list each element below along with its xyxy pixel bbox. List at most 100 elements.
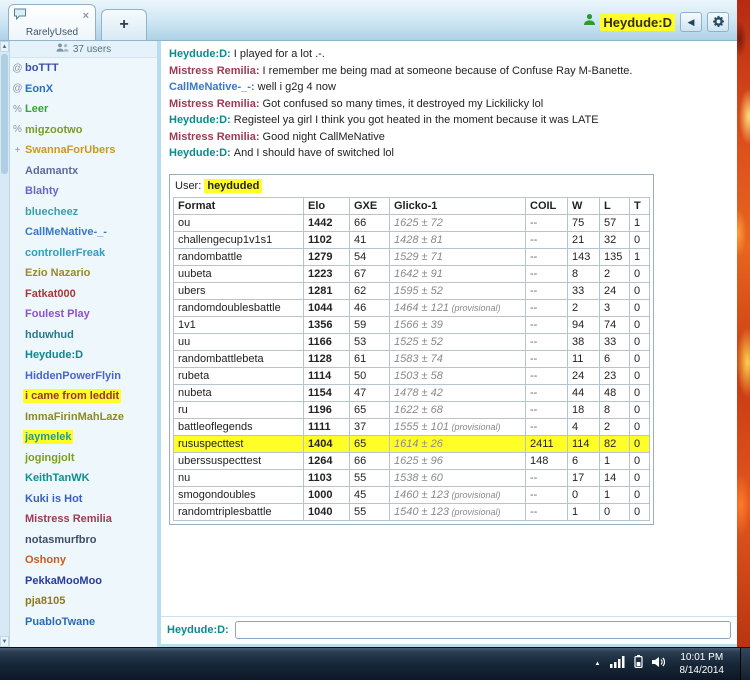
ladder-elo: 1000	[304, 486, 350, 503]
system-tray: ▲ 10:01 PM 8/14/2014	[595, 648, 750, 680]
ladder-gxe: 59	[350, 316, 390, 333]
ladder-format: randombattlebeta	[174, 350, 304, 367]
ladder-ties: 0	[630, 418, 650, 435]
ladder-coil: 148	[526, 452, 568, 469]
user-name: Ezio Nazario	[23, 266, 92, 280]
ladder-row: randomtriplesbattle1040551540 ± 123 (pro…	[174, 503, 650, 520]
ladder-wins: 44	[568, 384, 600, 401]
chat-message: Mistress Remilia: Good night CallMeNativ…	[169, 129, 729, 146]
ladder-glicko: 1642 ± 91	[390, 265, 526, 282]
user-list-item[interactable]: PuabloTwane	[10, 612, 157, 633]
user-list-item[interactable]: Blahty	[10, 181, 157, 202]
ladder-wins: 21	[568, 231, 600, 248]
ladder-ties: 0	[630, 401, 650, 418]
ladder-coil: --	[526, 401, 568, 418]
show-hidden-icons[interactable]: ▲	[595, 661, 601, 667]
user-list-item[interactable]: Fatkat000	[10, 284, 157, 305]
user-list-item[interactable]: i came from leddit	[10, 386, 157, 407]
ladder-column-header: T	[630, 197, 650, 214]
tab-close-icon[interactable]: ×	[81, 11, 91, 21]
user-list-item[interactable]: Mistress Remilia	[10, 509, 157, 530]
user-list-item[interactable]: ImmaFirinMahLaze	[10, 407, 157, 428]
user-list-item[interactable]: %Leer	[10, 99, 157, 120]
username-button[interactable]: Heydude:D	[583, 13, 675, 31]
chat-input[interactable]	[235, 621, 731, 639]
ladder-format: ubers	[174, 282, 304, 299]
ladder-ties: 0	[630, 435, 650, 452]
user-name: Foulest Play	[23, 307, 92, 321]
ladder-ties: 0	[630, 333, 650, 350]
ladder-wins: 0	[568, 486, 600, 503]
user-list-item[interactable]: PekkaMooMoo	[10, 571, 157, 592]
user-list-item[interactable]: Foulest Play	[10, 304, 157, 325]
ladder-coil: --	[526, 486, 568, 503]
main-content: ▲ ▼ 37 users @boTTT@EonX%Leer%migzootwo+…	[0, 41, 737, 647]
tab-rarelyused[interactable]: × RarelyUsed	[8, 4, 96, 40]
ladder-losses: 1	[600, 486, 630, 503]
ladder-row: uubeta1223671642 ± 91--820	[174, 265, 650, 282]
user-list-item[interactable]: controllerFreak	[10, 243, 157, 264]
user-list-item[interactable]: KeithTanWK	[10, 468, 157, 489]
ladder-losses: 82	[600, 435, 630, 452]
provisional-label: (provisional)	[449, 303, 501, 313]
ladder-glicko: 1540 ± 123 (provisional)	[390, 503, 526, 520]
show-desktop-button[interactable]	[740, 648, 750, 680]
user-name: Fatkat000	[23, 287, 78, 301]
user-list-item[interactable]: HiddenPowerFlyin	[10, 366, 157, 387]
user-list-item[interactable]: jaymelek	[10, 427, 157, 448]
provisional-label: (provisional)	[449, 490, 501, 500]
ladder-wins: 75	[568, 214, 600, 231]
ladder-elo: 1223	[304, 265, 350, 282]
ladder-column-header: W	[568, 197, 600, 214]
user-list-item[interactable]: Adamantx	[10, 161, 157, 182]
ladder-gxe: 47	[350, 384, 390, 401]
user-list-item[interactable]: @EonX	[10, 79, 157, 100]
scroll-down-icon[interactable]: ▼	[0, 636, 9, 647]
back-button[interactable]: ◀	[680, 12, 702, 32]
gear-icon	[712, 15, 725, 30]
ladder-format: uberssuspecttest	[174, 452, 304, 469]
chat-message: CallMeNative-_-: well i g2g 4 now	[169, 79, 729, 96]
user-list-item[interactable]: Ezio Nazario	[10, 263, 157, 284]
ladder-format: challengecup1v1s1	[174, 231, 304, 248]
user-list-item[interactable]: bluecheez	[10, 202, 157, 223]
ladder-row: rususpecttest1404651614 ± 262411114820	[174, 435, 650, 452]
ladder-losses: 74	[600, 316, 630, 333]
ladder-row: battleoflegends1111371555 ± 101 (provisi…	[174, 418, 650, 435]
ladder-glicko: 1538 ± 60	[390, 469, 526, 486]
ladder-coil: --	[526, 231, 568, 248]
scrollbar-track[interactable]	[0, 52, 9, 636]
scroll-up-icon[interactable]: ▲	[0, 41, 9, 52]
network-signal-icon[interactable]	[610, 655, 625, 673]
ladder-row: randombattlebeta1128611583 ± 74--1160	[174, 350, 650, 367]
settings-button[interactable]	[707, 12, 729, 32]
taskbar: ▲ 10:01 PM 8/14/2014	[0, 647, 750, 680]
ladder-format: smogondoubles	[174, 486, 304, 503]
taskbar-clock[interactable]: 10:01 PM 8/14/2014	[676, 651, 732, 677]
user-list-item[interactable]: +SwannaForUbers	[10, 140, 157, 161]
user-list-item[interactable]: @boTTT	[10, 58, 157, 79]
user-list-item[interactable]: pja8105	[10, 591, 157, 612]
tab-bar: × RarelyUsed +	[0, 4, 147, 40]
userlist-scrollbar[interactable]: ▲ ▼	[0, 41, 10, 647]
user-list-item[interactable]: jogingjolt	[10, 448, 157, 469]
user-list-item[interactable]: CallMeNative-_-	[10, 222, 157, 243]
clock-date: 8/14/2014	[680, 664, 725, 677]
user-list-item[interactable]: notasmurfbro	[10, 530, 157, 551]
ladder-ties: 0	[630, 282, 650, 299]
user-list-item[interactable]: hduwhud	[10, 325, 157, 346]
ladder-glicko: 1555 ± 101 (provisional)	[390, 418, 526, 435]
user-count-button[interactable]: 37 users	[10, 41, 157, 58]
user-list-item[interactable]: %migzootwo	[10, 120, 157, 141]
user-list-item[interactable]: Kuki is Hot	[10, 489, 157, 510]
clock-time: 10:01 PM	[680, 651, 725, 664]
user-rank: %	[12, 104, 23, 115]
scrollbar-thumb[interactable]	[1, 54, 8, 174]
new-tab-button[interactable]: +	[101, 9, 147, 40]
user-list-item[interactable]: Heydude:D	[10, 345, 157, 366]
volume-icon[interactable]	[652, 655, 667, 673]
user-list-item[interactable]: Oshony	[10, 550, 157, 571]
ladder-wins: 8	[568, 265, 600, 282]
ladder-row: uberssuspecttest1264661625 ± 96148610	[174, 452, 650, 469]
battery-icon[interactable]	[634, 655, 643, 673]
